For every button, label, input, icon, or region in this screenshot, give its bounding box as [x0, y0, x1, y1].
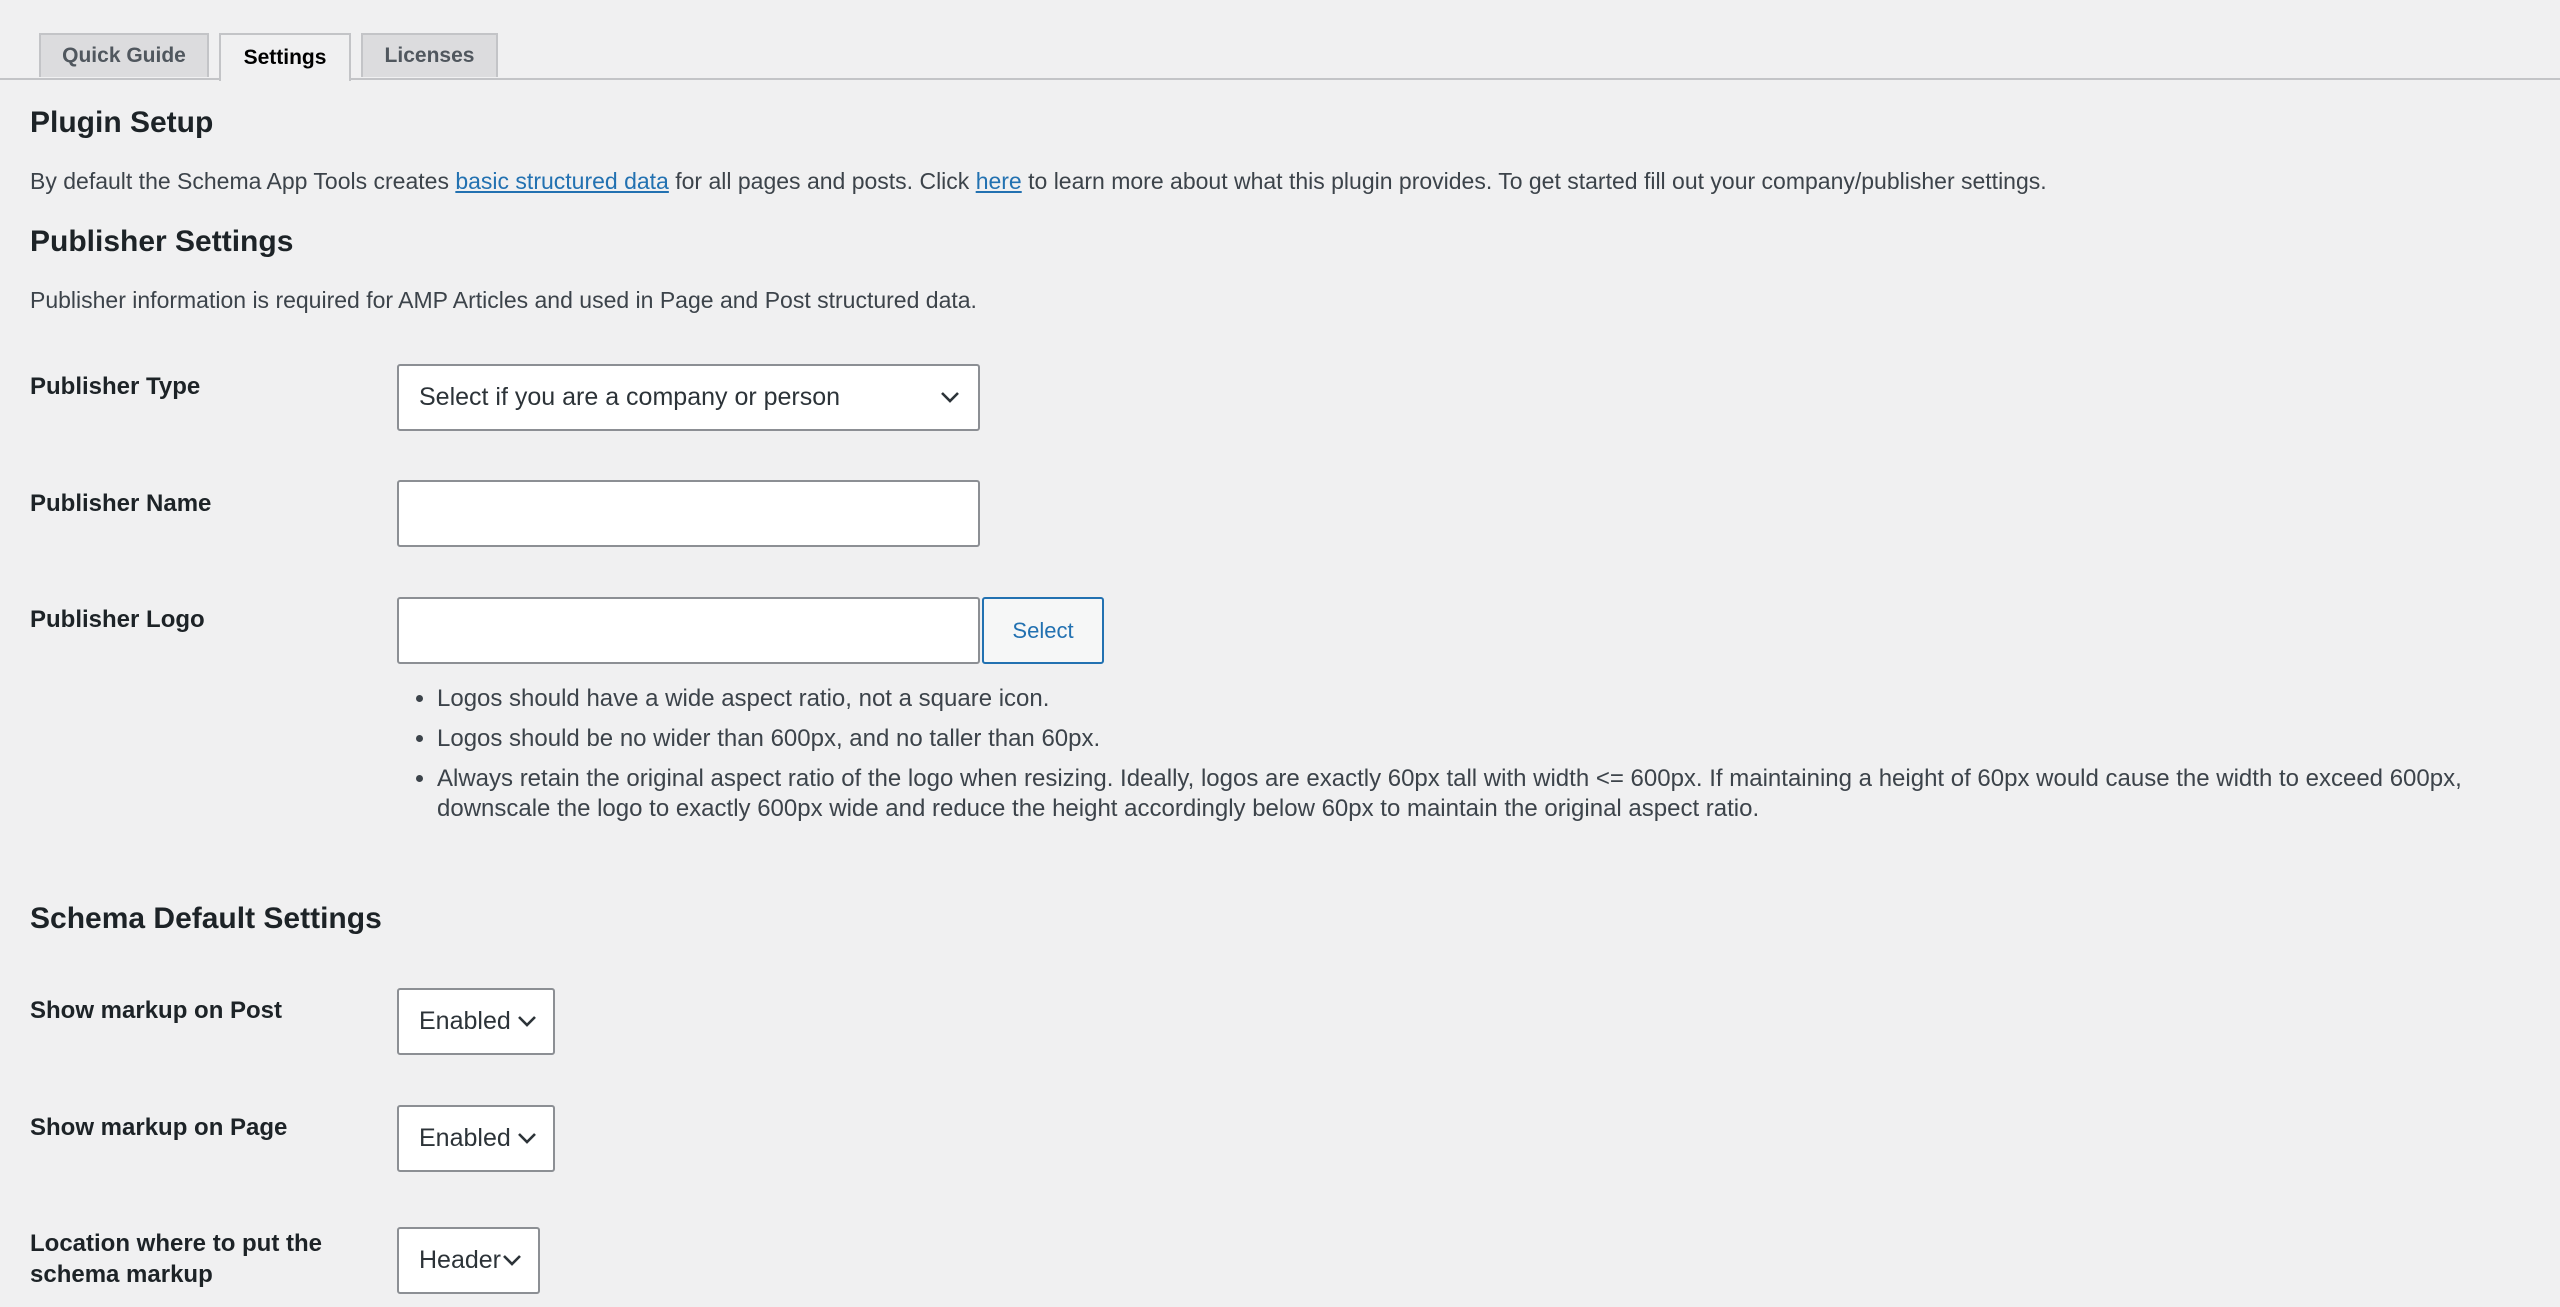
- show-markup-post-label: Show markup on Post: [30, 997, 283, 1024]
- show-markup-post-value: Enabled: [419, 1007, 511, 1035]
- show-markup-post-select[interactable]: Enabled: [397, 988, 555, 1055]
- tab-licenses[interactable]: Licenses: [361, 33, 498, 77]
- chevron-down-icon: [503, 1254, 521, 1266]
- publisher-settings-description: Publisher information is required for AM…: [30, 287, 977, 313]
- publisher-logo-label: Publisher Logo: [30, 606, 205, 633]
- publisher-settings-heading: Publisher Settings: [30, 225, 294, 258]
- show-markup-page-label: Show markup on Page: [30, 1114, 288, 1141]
- tab-quick-guide[interactable]: Quick Guide: [39, 33, 209, 77]
- settings-tabs: Quick Guide Settings Licenses: [0, 31, 2560, 81]
- publisher-logo-input[interactable]: [397, 597, 980, 664]
- plugin-setup-heading: Plugin Setup: [30, 106, 214, 139]
- publisher-type-label: Publisher Type: [30, 373, 201, 400]
- markup-location-select[interactable]: Header: [397, 1227, 540, 1294]
- show-markup-page-select[interactable]: Enabled: [397, 1105, 555, 1172]
- here-link[interactable]: here: [976, 168, 1022, 194]
- markup-location-value: Header: [419, 1246, 501, 1274]
- list-item: Always retain the original aspect ratio …: [437, 764, 2557, 824]
- markup-location-label: Location where to put the schema markup: [30, 1230, 322, 1288]
- logo-guidelines-list: Logos should have a wide aspect ratio, n…: [406, 684, 2557, 834]
- publisher-type-value: Select if you are a company or person: [419, 383, 841, 411]
- chevron-down-icon: [518, 1015, 536, 1027]
- basic-structured-data-link[interactable]: basic structured data: [455, 168, 669, 194]
- list-item: Logos should be no wider than 600px, and…: [437, 724, 2557, 754]
- publisher-name-label: Publisher Name: [30, 490, 212, 517]
- publisher-type-select[interactable]: Select if you are a company or person: [397, 364, 980, 431]
- chevron-down-icon: [941, 391, 959, 403]
- select-logo-button[interactable]: Select: [982, 597, 1104, 664]
- schema-default-settings-heading: Schema Default Settings: [30, 902, 382, 935]
- show-markup-page-value: Enabled: [419, 1124, 511, 1152]
- publisher-name-input[interactable]: [397, 480, 980, 547]
- chevron-down-icon: [518, 1132, 536, 1144]
- tab-settings[interactable]: Settings: [219, 33, 351, 81]
- plugin-setup-description: By default the Schema App Tools creates …: [30, 168, 2047, 194]
- list-item: Logos should have a wide aspect ratio, n…: [437, 684, 2557, 714]
